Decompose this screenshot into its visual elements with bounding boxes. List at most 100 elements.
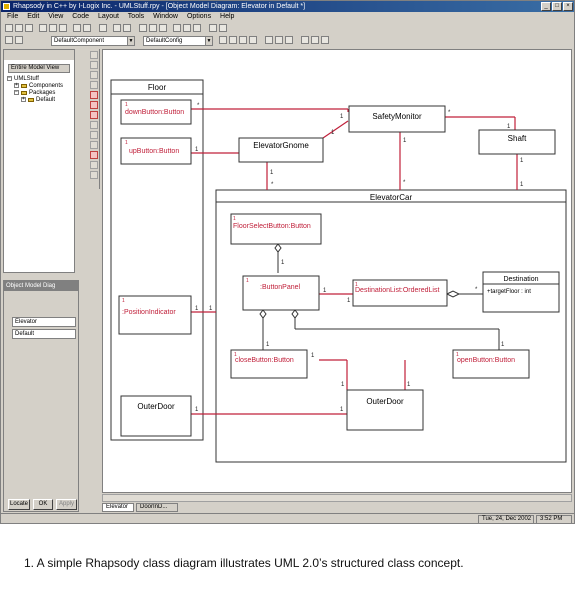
ok-button-label: OK	[38, 501, 48, 507]
save-icon[interactable]	[25, 24, 33, 32]
align-top-icon[interactable]	[285, 36, 293, 44]
tab-door[interactable]: DoorInD...	[136, 503, 178, 512]
paste-icon[interactable]	[59, 24, 67, 32]
browser-header	[4, 50, 74, 60]
diagram-canvas[interactable]: Floor ElevatorCar 1 downButton:Button 1 …	[102, 49, 572, 493]
menu-tools[interactable]: Tools	[128, 13, 144, 20]
close-button[interactable]: ×	[563, 2, 573, 11]
find-icon[interactable]	[113, 24, 121, 32]
generate-icon[interactable]	[173, 24, 181, 32]
open-icon[interactable]	[15, 24, 23, 32]
button-panel-part[interactable]: 1 :ButtonPanel	[242, 275, 320, 311]
port-tool-icon[interactable]	[90, 101, 98, 109]
dependency-tool-icon[interactable]	[90, 151, 98, 159]
menu-window[interactable]: Window	[153, 13, 178, 20]
locate-button[interactable]: Locate	[8, 499, 30, 510]
up-button-part[interactable]: 1 upButton:Button	[120, 137, 192, 165]
apply-button[interactable]: Apply	[56, 499, 77, 510]
align-right-icon[interactable]	[275, 36, 283, 44]
menu-edit[interactable]: Edit	[27, 13, 39, 20]
outer-door-car-part[interactable]: OuterDoor	[346, 389, 424, 431]
folder-icon	[21, 90, 27, 95]
menu-file[interactable]: File	[7, 13, 18, 20]
tree-node-packages-label: Packages	[29, 90, 56, 97]
floor-select-mult: 1	[233, 216, 236, 222]
menu-code[interactable]: Code	[72, 13, 89, 20]
run-icon[interactable]	[193, 24, 201, 32]
zoom-fit-icon[interactable]	[239, 36, 247, 44]
animation-icon[interactable]	[209, 24, 217, 32]
shaft-object[interactable]: Shaft	[478, 129, 556, 155]
stop-icon[interactable]	[219, 24, 227, 32]
redo-icon[interactable]	[83, 24, 91, 32]
cut-icon[interactable]	[39, 24, 47, 32]
horizontal-scrollbar[interactable]	[102, 494, 572, 502]
down-button-part[interactable]: 1 downButton:Button	[120, 99, 192, 125]
config-select[interactable]: DefaultConfig ▼	[143, 36, 213, 46]
chevron-down-icon: ▼	[205, 37, 212, 45]
menu-options[interactable]: Options	[187, 13, 211, 20]
menu-layout[interactable]: Layout	[98, 13, 119, 20]
zoom-in-icon[interactable]	[219, 36, 227, 44]
composite-tool-icon[interactable]	[90, 81, 98, 89]
window-tile-icon[interactable]	[301, 36, 309, 44]
mult-shaft-car-star: 1	[520, 182, 524, 188]
floor-class[interactable]: Floor	[110, 79, 204, 441]
menu-view[interactable]: View	[48, 13, 63, 20]
minimize-button[interactable]: _	[541, 2, 551, 11]
expand-icon[interactable]: +	[14, 83, 19, 88]
new-icon[interactable]	[5, 24, 13, 32]
floor-select-button-part[interactable]: 1 FloorSelectButton:Button	[230, 213, 322, 245]
rhapsody-window: Rhapsody in C++ by I-Logix Inc. - UMLStu…	[0, 0, 575, 524]
select-tool-icon[interactable]	[90, 51, 98, 59]
maximize-button[interactable]: □	[552, 2, 562, 11]
panel-field-default[interactable]: Default	[12, 329, 76, 339]
layout-icon[interactable]	[321, 36, 329, 44]
project-icon[interactable]	[5, 36, 13, 44]
ok-button[interactable]: OK	[33, 499, 53, 510]
close-button-part[interactable]: 1 closeButton:Button	[230, 349, 308, 379]
menu-help[interactable]: Help	[220, 13, 234, 20]
elevator-gnome-object[interactable]: ElevatorGnome	[238, 137, 324, 163]
undo-icon[interactable]	[73, 24, 81, 32]
destination-class[interactable]: Destination +targetFloor : int	[482, 271, 560, 313]
open-button-label: openButton:Button	[457, 357, 515, 364]
print-icon[interactable]	[99, 24, 107, 32]
composition-tool-icon[interactable]	[90, 131, 98, 139]
package-tool-icon[interactable]	[90, 91, 98, 99]
safety-monitor-object[interactable]: SafetyMonitor	[348, 105, 446, 133]
association-tool-icon[interactable]	[90, 111, 98, 119]
link-tool-icon[interactable]	[90, 161, 98, 169]
collapse-icon[interactable]: −	[7, 76, 12, 81]
make-icon[interactable]	[183, 24, 191, 32]
statechart-icon[interactable]	[149, 24, 157, 32]
zoom-out-icon[interactable]	[229, 36, 237, 44]
browser-icon[interactable]	[123, 24, 131, 32]
settings-icon[interactable]	[15, 36, 23, 44]
open-button-part[interactable]: 1 openButton:Button	[452, 349, 530, 379]
window-cascade-icon[interactable]	[311, 36, 319, 44]
tree-node-default[interactable]: + Default	[21, 97, 55, 104]
object-tool-icon[interactable]	[90, 61, 98, 69]
class-tool-icon[interactable]	[90, 71, 98, 79]
package-icon	[28, 97, 34, 102]
inheritance-tool-icon[interactable]	[90, 141, 98, 149]
browser-view-select[interactable]: Entire Model View	[8, 64, 70, 73]
collapse-icon[interactable]: −	[14, 90, 19, 95]
copy-icon[interactable]	[49, 24, 57, 32]
component-select[interactable]: DefaultComponent ▼	[51, 36, 135, 46]
sequence-icon[interactable]	[159, 24, 167, 32]
title-bar[interactable]: Rhapsody in C++ by I-Logix Inc. - UMLStu…	[1, 1, 574, 12]
tab-elevator[interactable]: Elevator	[102, 503, 134, 512]
app-icon	[3, 3, 10, 10]
position-indicator-part[interactable]: 1 :PositionIndicator	[118, 295, 192, 335]
expand-icon[interactable]: +	[21, 97, 26, 102]
align-left-icon[interactable]	[265, 36, 273, 44]
destination-list-part[interactable]: 1 DestinationList:OrderedList	[352, 279, 448, 307]
outer-door-floor-part[interactable]: OuterDoor	[120, 395, 192, 437]
panel-field-elevator[interactable]: Elevator	[12, 317, 76, 327]
grid-icon[interactable]	[249, 36, 257, 44]
aggregation-tool-icon[interactable]	[90, 121, 98, 129]
note-tool-icon[interactable]	[90, 171, 98, 179]
diagram-icon[interactable]	[139, 24, 147, 32]
